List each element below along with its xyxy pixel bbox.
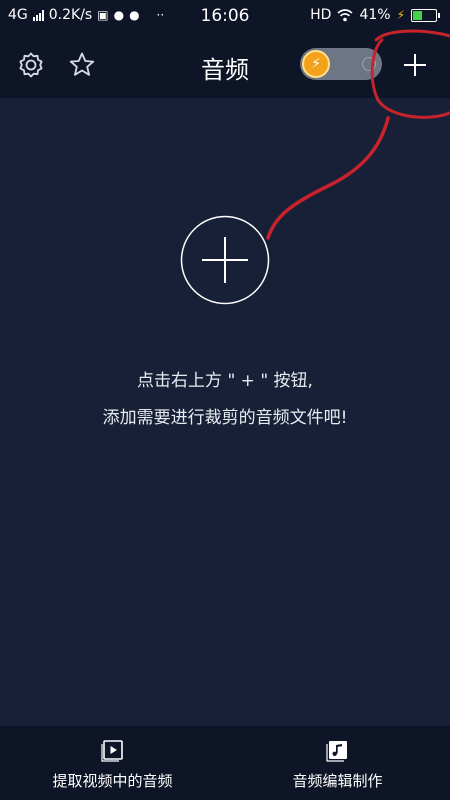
toggle-ring-icon: [362, 57, 376, 71]
extract-audio-button[interactable]: 提取视频中的音频: [0, 726, 225, 800]
charging-icon: ⚡: [396, 8, 405, 22]
circle-plus-icon[interactable]: [180, 215, 270, 305]
hint-line-2: 添加需要进行裁剪的音频文件吧!: [102, 408, 348, 428]
battery-percent: 41%: [359, 7, 391, 23]
status-bar: 4G 0.2K/s ▣ ● ● ·· 16:06 HD 41% ⚡: [0, 0, 450, 32]
page-title: 音频: [201, 56, 249, 84]
audio-edit-button[interactable]: 音频编辑制作: [225, 726, 450, 800]
hint-line-1: 点击右上方 " + " 按钮,: [137, 371, 313, 391]
hd-indicator: HD: [310, 7, 332, 23]
lightning-icon: ⚡: [302, 50, 330, 78]
app-header: 音频 ⚡: [0, 32, 450, 98]
speed-toggle[interactable]: ⚡: [300, 48, 382, 80]
battery-icon: [411, 8, 440, 22]
main-content: 点击右上方 " + " 按钮, 添加需要进行裁剪的音频文件吧!: [0, 98, 450, 726]
music-note-icon: [325, 741, 347, 762]
extract-audio-label: 提取视频中的音频: [52, 772, 173, 790]
video-play-icon: [100, 740, 123, 762]
wifi-icon: [337, 8, 353, 21]
audio-edit-label: 音频编辑制作: [292, 772, 383, 790]
bottom-bar: 提取视频中的音频 音频编辑制作: [0, 726, 450, 800]
plus-icon[interactable]: [400, 50, 430, 80]
